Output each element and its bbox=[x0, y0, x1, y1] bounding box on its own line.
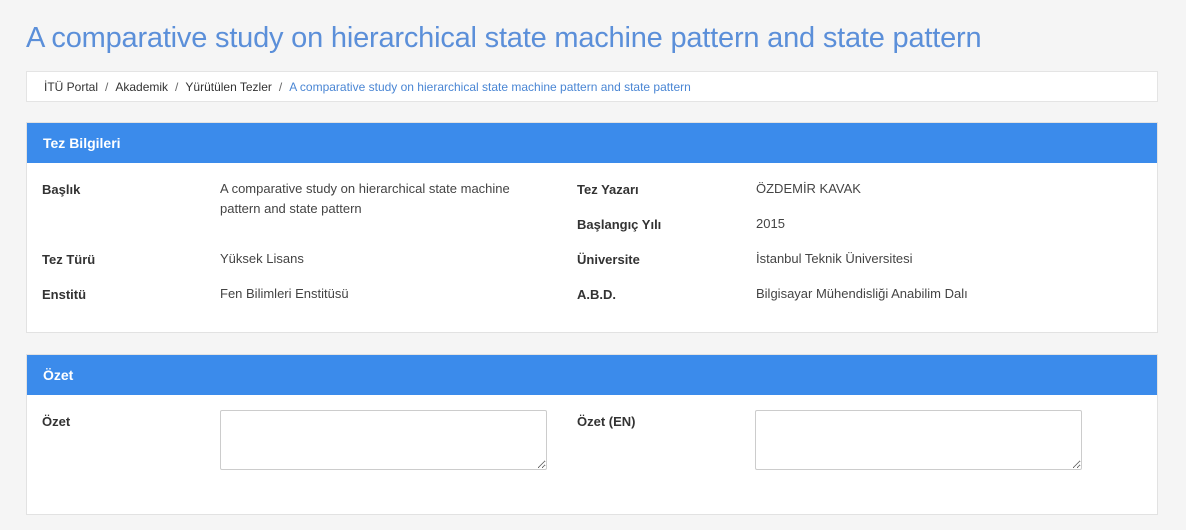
abstract-textarea[interactable] bbox=[220, 410, 547, 470]
breadcrumb-current: A comparative study on hierarchical stat… bbox=[289, 79, 691, 94]
abstract-en-label: Özet (EN) bbox=[577, 414, 636, 429]
type-label: Tez Türü bbox=[42, 252, 96, 267]
university-label: Üniversite bbox=[577, 252, 640, 267]
breadcrumb-separator: / bbox=[175, 79, 179, 94]
start-year-label: Başlangıç Yılı bbox=[577, 217, 662, 232]
thesis-info-heading: Tez Bilgileri bbox=[27, 123, 1157, 163]
author-value: ÖZDEMİR KAVAK bbox=[756, 181, 861, 196]
department-label: A.B.D. bbox=[577, 287, 616, 302]
thesis-info-panel: Tez Bilgileri Başlık A comparative study… bbox=[26, 122, 1158, 333]
breadcrumb-item-akademik[interactable]: Akademik bbox=[115, 80, 168, 94]
summary-heading: Özet bbox=[27, 355, 1157, 395]
department-value: Bilgisayar Mühendisliği Anabilim Dalı bbox=[756, 286, 968, 301]
author-label: Tez Yazarı bbox=[577, 182, 639, 197]
breadcrumb-separator: / bbox=[278, 79, 283, 94]
abstract-en-textarea[interactable] bbox=[755, 410, 1082, 470]
title-value: A comparative study on hierarchical stat… bbox=[220, 181, 510, 216]
institute-label: Enstitü bbox=[42, 287, 87, 302]
institute-value: Fen Bilimleri Enstitüsü bbox=[220, 286, 349, 301]
type-value: Yüksek Lisans bbox=[220, 251, 304, 266]
breadcrumb-item-itu-portal[interactable]: İTÜ Portal bbox=[44, 80, 98, 94]
breadcrumb-item-yurutulen-tezler[interactable]: Yürütülen Tezler bbox=[185, 80, 272, 94]
title-label: Başlık bbox=[42, 182, 81, 197]
start-year-value: 2015 bbox=[756, 216, 785, 231]
summary-panel: Özet Özet Özet (EN) bbox=[26, 354, 1158, 515]
university-value: İstanbul Teknik Üniversitesi bbox=[756, 251, 913, 266]
breadcrumb: İTÜ Portal / Akademik / Yürütülen Tezler… bbox=[26, 71, 1158, 102]
breadcrumb-separator: / bbox=[105, 79, 109, 94]
abstract-label: Özet bbox=[42, 414, 71, 429]
page-title: A comparative study on hierarchical stat… bbox=[26, 22, 982, 54]
